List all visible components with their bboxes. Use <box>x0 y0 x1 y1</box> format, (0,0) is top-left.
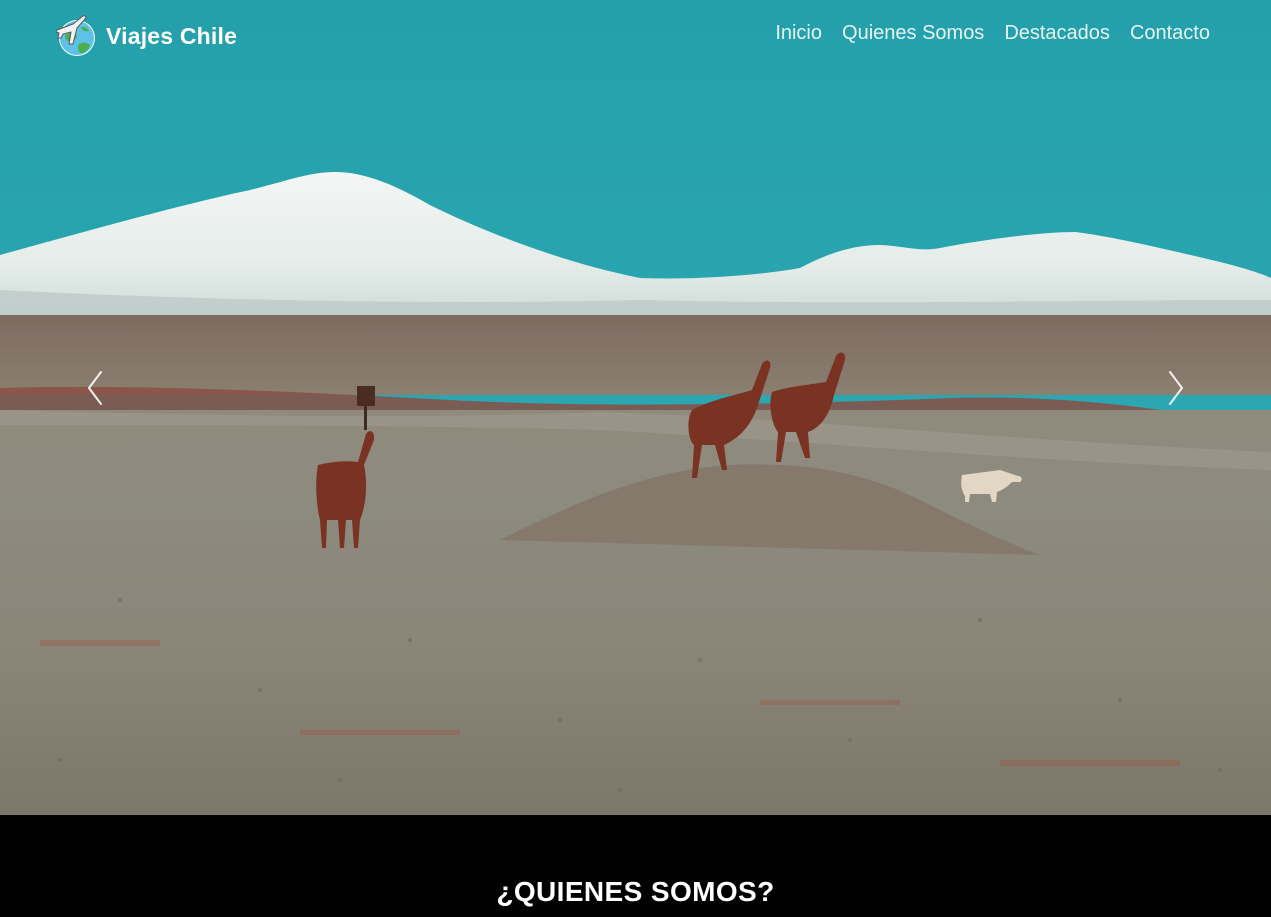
brand-name: Viajes Chile <box>106 22 238 49</box>
nav-item-quienes-somos: Quienes Somos <box>842 22 984 45</box>
nav-item-destacados: Destacados <box>1004 22 1110 45</box>
chevron-left-icon <box>88 371 102 405</box>
globe-airplane-icon <box>53 14 97 58</box>
nav-item-inicio: Inicio <box>775 22 822 45</box>
hero-background-image <box>0 0 1271 815</box>
nav-link-quienes-somos[interactable]: Quienes Somos <box>842 22 984 44</box>
carousel-prev-button[interactable] <box>80 366 110 410</box>
nav-link-inicio[interactable]: Inicio <box>775 22 822 44</box>
hero-carousel: Viajes Chile Inicio Quienes Somos Destac… <box>0 0 1271 815</box>
main-nav: Inicio Quienes Somos Destacados Contacto <box>775 22 1210 45</box>
nav-link-destacados[interactable]: Destacados <box>1004 22 1110 44</box>
carousel-next-button[interactable] <box>1161 366 1191 410</box>
nav-link-contacto[interactable]: Contacto <box>1130 22 1210 44</box>
navbar: Viajes Chile Inicio Quienes Somos Destac… <box>0 0 1271 72</box>
nav-item-contacto: Contacto <box>1130 22 1210 45</box>
brand-link[interactable]: Viajes Chile <box>53 13 237 59</box>
chevron-right-icon <box>1169 371 1183 405</box>
about-title: ¿QUIENES SOMOS? <box>496 876 775 907</box>
